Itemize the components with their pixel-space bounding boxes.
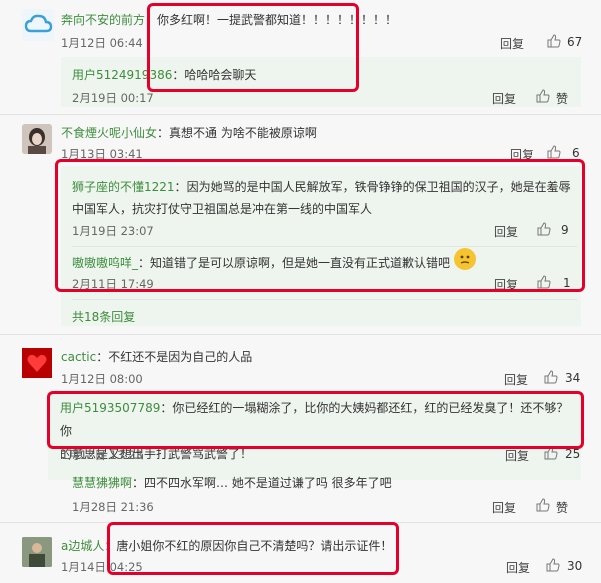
username[interactable]: cactic xyxy=(61,350,96,364)
comment-text: 不红还不是因为自己的人品 xyxy=(108,350,253,364)
reply-button[interactable]: 回复 xyxy=(504,371,528,388)
username[interactable]: 慧慧狒狒啊 xyxy=(72,476,132,490)
person-photo-icon xyxy=(22,537,52,567)
like-count: 67 xyxy=(567,35,583,49)
timestamp: 2月19日 00:17 xyxy=(72,91,154,105)
reply-text: 四不四水军啊… 她不是道过谦了吗 很多年了吧 xyxy=(144,476,392,490)
thumbs-up-icon[interactable] xyxy=(536,498,550,512)
thumbs-up-icon[interactable] xyxy=(536,89,550,103)
portrait-icon xyxy=(22,124,52,154)
username[interactable]: 奔向不安的前方 xyxy=(61,13,145,27)
avatar[interactable] xyxy=(22,124,52,154)
thumbs-up-icon[interactable] xyxy=(546,558,560,572)
divider xyxy=(0,114,601,115)
more-replies-link[interactable]: 共18条回复 xyxy=(72,308,135,325)
avatar[interactable] xyxy=(22,348,52,378)
highlight-box xyxy=(55,159,585,292)
reply-button[interactable]: 回复 xyxy=(500,35,524,52)
like-count: 25 xyxy=(565,447,581,461)
cloud-icon xyxy=(24,14,53,33)
reply-button[interactable]: 回复 xyxy=(506,559,530,576)
reply-button[interactable]: 回复 xyxy=(505,447,529,464)
divider xyxy=(0,334,601,335)
avatar[interactable] xyxy=(22,537,52,567)
highlight-box xyxy=(107,522,399,575)
thumbs-up-icon[interactable] xyxy=(547,145,561,159)
avatar[interactable] xyxy=(22,9,54,41)
highlight-box xyxy=(47,391,584,449)
thumbs-up-icon[interactable] xyxy=(544,370,558,384)
reply-button[interactable]: 回复 xyxy=(492,90,516,107)
like-count: 34 xyxy=(565,371,581,385)
like-count: 6 xyxy=(572,146,580,160)
highlight-box xyxy=(147,3,359,92)
divider xyxy=(72,299,577,300)
timestamp: 1月12日 08:00 xyxy=(61,372,143,386)
comment-text: 真想不通 为啥不能被原谅啊 xyxy=(169,126,317,140)
username[interactable]: 不食煙火呢小仙女 xyxy=(61,126,157,140)
timestamp: 1月28日 21:36 xyxy=(72,500,154,514)
thumbs-up-icon[interactable] xyxy=(547,34,561,48)
like-count: 30 xyxy=(567,559,583,573)
reply-button[interactable]: 回复 xyxy=(492,499,516,516)
timestamp: 1月12日 13:23 xyxy=(61,448,143,462)
heart-icon xyxy=(27,354,47,372)
timestamp: 1月12日 06:44 xyxy=(61,36,143,50)
like-label[interactable]: 赞 xyxy=(556,499,568,516)
like-label[interactable]: 赞 xyxy=(556,90,568,107)
username[interactable]: a边城人 xyxy=(61,539,104,553)
